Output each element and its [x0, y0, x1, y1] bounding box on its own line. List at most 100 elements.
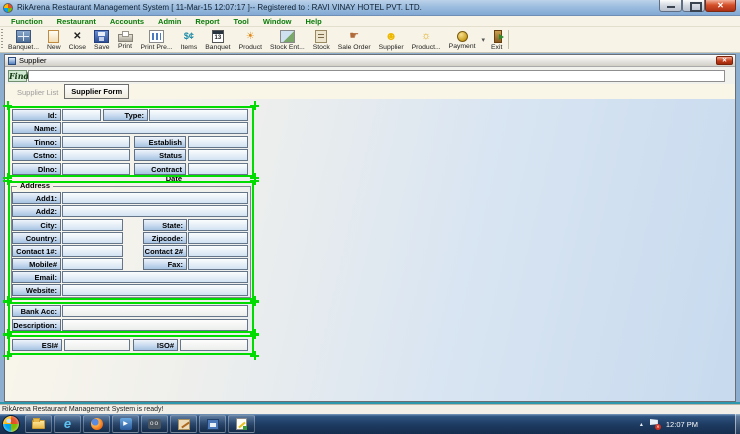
- toolbar-save-button[interactable]: Save: [90, 27, 114, 52]
- description-input[interactable]: [62, 319, 248, 331]
- bank-acc-input[interactable]: [62, 305, 248, 317]
- toolbar-overflow-icon[interactable]: ▾: [480, 36, 488, 44]
- menu-item-report[interactable]: Report: [188, 17, 226, 26]
- iso-input[interactable]: [180, 339, 248, 351]
- taskbar-editor-button[interactable]: [228, 415, 255, 433]
- toolbar-product-button[interactable]: Product: [235, 27, 266, 52]
- contract-date-input[interactable]: [188, 163, 248, 175]
- id-input[interactable]: [62, 109, 101, 121]
- start-button[interactable]: [2, 415, 20, 433]
- close-x-icon: [70, 30, 85, 43]
- supplier-window: Supplier Find Supplier List Supplier For…: [4, 54, 736, 402]
- tray-chevron-icon[interactable]: ▴: [640, 421, 643, 428]
- website-input[interactable]: [62, 284, 248, 296]
- toolbar-banquet-list-button[interactable]: Banquet...: [4, 27, 43, 52]
- toolbar-items-button[interactable]: Items: [177, 27, 202, 52]
- dlno-input[interactable]: [62, 163, 130, 175]
- calendar-icon: [212, 30, 224, 43]
- find-input[interactable]: [28, 70, 725, 82]
- menu-item-tool[interactable]: Tool: [227, 17, 256, 26]
- currency-items-icon: [181, 30, 196, 43]
- menu-item-admin[interactable]: Admin: [151, 17, 188, 26]
- country-input[interactable]: [62, 232, 123, 244]
- printer-icon: [118, 34, 133, 42]
- internet-explorer-icon: e: [64, 417, 71, 431]
- supplier-window-title: Supplier: [19, 56, 47, 65]
- add2-input[interactable]: [62, 205, 248, 217]
- type-input[interactable]: [149, 109, 248, 121]
- taskbar-app-window-button[interactable]: [199, 415, 226, 433]
- explorer-folder-icon: [32, 420, 45, 429]
- toolbar-close-button[interactable]: Close: [65, 27, 90, 52]
- menu-item-accounts[interactable]: Accounts: [103, 17, 151, 26]
- contact1-input[interactable]: [62, 245, 123, 257]
- taskbar-firefox-button[interactable]: [83, 415, 110, 433]
- menu-item-window[interactable]: Window: [256, 17, 299, 26]
- taskbar-explorer-button[interactable]: [25, 415, 52, 433]
- toolbar-exit-button[interactable]: Exit: [487, 27, 506, 52]
- establish-date-input[interactable]: [188, 136, 248, 148]
- toolbar: Banquet... New Close Save Print Print Pr…: [0, 27, 740, 53]
- toolbar-stock-entry-button[interactable]: Stock Ent...: [266, 27, 309, 52]
- city-label: City:: [12, 219, 61, 231]
- taskbar-link-button[interactable]: oo: [141, 415, 168, 433]
- toolbar-new-button[interactable]: New: [43, 27, 65, 52]
- fax-input[interactable]: [188, 258, 248, 270]
- find-label: Find: [8, 70, 27, 82]
- tinno-input[interactable]: [62, 136, 130, 148]
- taskbar-paint-button[interactable]: [170, 415, 197, 433]
- toolbar-print-button[interactable]: Print: [114, 27, 137, 52]
- type-label: Type:: [103, 109, 148, 121]
- toolbar-print-preview-button[interactable]: Print Pre...: [137, 27, 177, 52]
- toolbar-sale-order-button[interactable]: Sale Order: [334, 27, 375, 52]
- cstno-input[interactable]: [62, 149, 130, 161]
- menu-item-restaurant[interactable]: Restaurant: [50, 17, 103, 26]
- sale-order-hand-icon: [347, 30, 362, 43]
- taskbar-internet-explorer-button[interactable]: e: [54, 415, 81, 433]
- system-tray: ▴ 12:07 PM: [640, 414, 698, 434]
- toolbar-banquet-button[interactable]: Banquet: [201, 27, 234, 52]
- mobile-input[interactable]: [62, 258, 123, 270]
- contact2-input[interactable]: [188, 245, 248, 257]
- toolbar-stock-button[interactable]: Stock: [309, 27, 334, 52]
- toolbar-payment-button[interactable]: Payment: [445, 27, 480, 52]
- bank-acc-label: Bank Acc:: [12, 305, 61, 317]
- add1-input[interactable]: [62, 192, 248, 204]
- menu-item-function[interactable]: Function: [4, 17, 50, 26]
- app-icon: [3, 3, 13, 13]
- taskbar-media-player-button[interactable]: ▶: [112, 415, 139, 433]
- country-label: Country:: [12, 232, 61, 244]
- close-button[interactable]: [705, 0, 736, 12]
- supplier-close-button[interactable]: [716, 56, 733, 65]
- city-input[interactable]: [62, 219, 123, 231]
- name-input[interactable]: [62, 122, 248, 134]
- minimize-button[interactable]: [659, 0, 682, 12]
- supplier-smiley-icon: [384, 30, 399, 43]
- maximize-button[interactable]: [682, 0, 705, 12]
- toolbar-supplier-button[interactable]: Supplier: [375, 27, 408, 52]
- toolbar-product2-button[interactable]: Product...: [408, 27, 445, 52]
- toolbar-grip[interactable]: [1, 29, 3, 50]
- email-label: Email:: [12, 271, 61, 283]
- banquet-grid-icon: [16, 30, 31, 43]
- zipcode-input[interactable]: [188, 232, 248, 244]
- show-desktop-button[interactable]: [735, 414, 740, 434]
- state-input[interactable]: [188, 219, 248, 231]
- status-input[interactable]: [188, 149, 248, 161]
- stock-ledger-icon: [315, 30, 327, 43]
- esi-label: ESI#: [12, 339, 62, 351]
- taskbar: e ▶ oo ▴ 12:07 PM: [0, 414, 740, 434]
- new-document-icon: [48, 30, 59, 43]
- app-title: RikArena Restaurant Management System [ …: [17, 3, 422, 12]
- name-label: Name:: [12, 122, 61, 134]
- tab-supplier-list[interactable]: Supplier List: [11, 86, 64, 99]
- supplier-form-area: Id: Type: Name: Tinno: Establish Date Cs…: [5, 99, 735, 401]
- email-input[interactable]: [62, 271, 248, 283]
- tinno-label: Tinno:: [12, 136, 61, 148]
- screen: RikArena Restaurant Management System [ …: [0, 0, 740, 434]
- tab-supplier-form[interactable]: Supplier Form: [64, 84, 129, 99]
- menu-item-help[interactable]: Help: [299, 17, 329, 26]
- taskbar-clock[interactable]: 12:07 PM: [666, 420, 698, 429]
- action-center-flag-icon[interactable]: [650, 419, 659, 429]
- esi-input[interactable]: [64, 339, 130, 351]
